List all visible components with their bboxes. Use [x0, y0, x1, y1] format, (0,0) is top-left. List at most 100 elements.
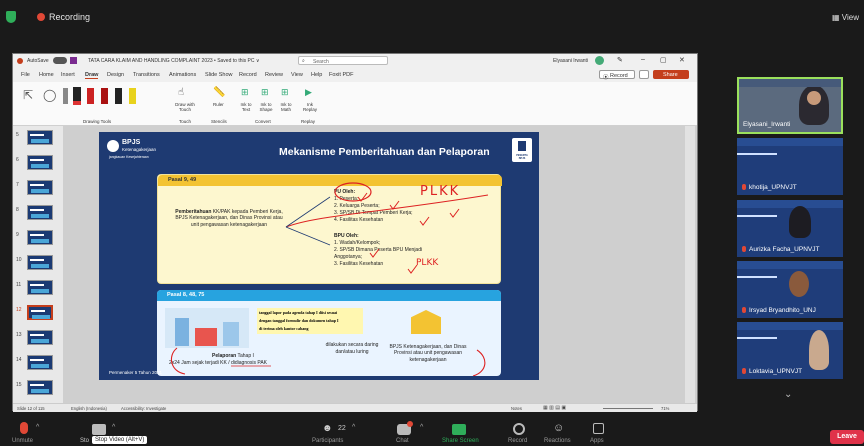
chat-label[interactable]: Chat [396, 438, 409, 444]
highlighter-icon[interactable] [129, 88, 136, 104]
tab-review[interactable]: Review [265, 72, 283, 78]
pen-icon[interactable]: ✎ [617, 56, 623, 64]
security-shield-icon[interactable] [6, 11, 16, 23]
share-button[interactable]: Share [653, 70, 689, 79]
slide-thumbnail[interactable] [27, 155, 53, 170]
share-screen-label[interactable]: Share Screen [442, 438, 479, 444]
ink-replay-icon[interactable]: ▶ [305, 87, 312, 98]
zoom-slider[interactable] [603, 408, 653, 409]
chevron-up-icon[interactable]: ^ [352, 424, 355, 431]
slide-thumbnail[interactable] [27, 355, 53, 370]
zoom-level[interactable]: 71% [661, 406, 669, 411]
pen-red-icon[interactable] [87, 88, 94, 104]
slide-thumbnail-pane[interactable]: 5 6 7 8 9 10 11 12 13 14 15 [13, 126, 63, 403]
reactions-label[interactable]: Reactions [544, 438, 571, 444]
pen-black-icon[interactable] [73, 87, 81, 105]
leave-button[interactable]: Leave [830, 430, 864, 444]
draw-with-touch-icon[interactable]: ☝ [178, 87, 184, 98]
minimize-icon[interactable]: – [641, 56, 645, 63]
record-icon[interactable] [513, 423, 525, 435]
view-buttons-icon[interactable]: ▦ ▥ ▤ ▣ [543, 405, 566, 411]
current-slide[interactable]: BPJS Ketenagakerjaan jangkauan Kesejahte… [99, 132, 539, 380]
muted-mic-icon [742, 368, 746, 374]
chevron-up-icon[interactable]: ^ [420, 424, 423, 431]
slide-thumbnail-current[interactable] [27, 305, 53, 320]
save-icon[interactable] [70, 57, 77, 64]
tab-help[interactable]: Help [311, 72, 322, 78]
chevron-up-icon[interactable]: ^ [36, 424, 39, 431]
slide-count: Slide 12 of 115 [17, 406, 45, 411]
slide-number: 10 [16, 257, 22, 263]
slide-thumbnail[interactable] [27, 330, 53, 345]
notification-box: Pasal 9, 49 Pemberitahuan KK/PAK kepada … [157, 174, 502, 284]
tab-slide-show[interactable]: Slide Show [205, 72, 233, 78]
slide-thumbnail[interactable] [27, 230, 53, 245]
share-screen-icon[interactable] [452, 424, 466, 435]
accessibility-status[interactable]: Accessibility: Investigate [121, 406, 166, 411]
participant-tile[interactable]: Loktavia_UPNVJT [737, 322, 843, 379]
chevron-up-icon[interactable]: ^ [112, 424, 115, 431]
search-placeholder: Search [313, 58, 329, 65]
notes-button[interactable]: Notes [511, 406, 522, 411]
apps-icon[interactable] [593, 423, 604, 434]
ink-strokes-2 [170, 347, 486, 376]
slide-thumbnail[interactable] [27, 180, 53, 195]
select-cursor-icon[interactable]: ⇱ [23, 88, 33, 102]
view-button[interactable]: ▦ View [832, 13, 859, 22]
tab-file[interactable]: File [21, 72, 30, 78]
pen-black2-icon[interactable] [115, 88, 122, 104]
tab-draw[interactable]: Draw [85, 72, 99, 79]
slide-number: 6 [16, 157, 19, 163]
slide-thumbnail[interactable] [27, 255, 53, 270]
search-box[interactable]: ⌕ Search [298, 56, 388, 65]
slide-thumbnail[interactable] [27, 205, 53, 220]
unmute-label[interactable]: Unmute [12, 438, 33, 444]
tab-transitions[interactable]: Transitions [133, 72, 160, 78]
muted-mic-icon[interactable] [20, 422, 28, 434]
vertical-scrollbar[interactable] [685, 126, 695, 403]
chevron-down-icon[interactable]: ⌄ [784, 389, 792, 400]
participant-video [809, 330, 829, 370]
tab-record[interactable]: Record [239, 72, 257, 78]
lasso-icon[interactable]: ◯ [43, 88, 56, 102]
ink-to-text-icon[interactable]: ⊞ [241, 87, 249, 98]
participants-label[interactable]: Participants [312, 438, 343, 444]
participant-name: Aurizka Facha_UPNVJT [749, 246, 820, 253]
comments-icon[interactable] [639, 70, 649, 79]
tab-animations[interactable]: Animations [169, 72, 196, 78]
tab-view[interactable]: View [291, 72, 303, 78]
close-icon[interactable]: ✕ [679, 56, 685, 64]
restore-icon[interactable]: ▢ [660, 56, 667, 64]
reactions-icon[interactable]: ☺ [553, 422, 564, 434]
participant-tile[interactable]: Irsyad Bryandhito_UNJ [737, 261, 843, 318]
autosave-toggle[interactable] [53, 57, 67, 64]
participant-video [789, 206, 811, 238]
tab-insert[interactable]: Insert [61, 72, 75, 78]
group-replay: Replay [301, 119, 316, 124]
tab-design[interactable]: Design [107, 72, 124, 78]
user-avatar[interactable] [595, 56, 604, 65]
record-button[interactable]: ⦿ Record [599, 70, 635, 81]
ink-to-shape-icon[interactable]: ⊞ [261, 87, 269, 98]
stop-video-short[interactable]: Sto [80, 438, 89, 444]
slide-thumbnail[interactable] [27, 130, 53, 145]
slide-thumbnail[interactable] [27, 280, 53, 295]
ink-to-math-icon[interactable]: ⊞ [281, 87, 289, 98]
ruler-icon[interactable]: 📏 [213, 87, 225, 98]
apps-label[interactable]: Apps [590, 438, 604, 444]
record-label[interactable]: Record [508, 438, 527, 444]
participants-icon[interactable]: ☻ [322, 424, 336, 434]
slide-number: 15 [16, 382, 22, 388]
tab-home[interactable]: Home [39, 72, 54, 78]
participant-tile[interactable]: Aurizka Facha_UPNVJT [737, 200, 843, 257]
document-title[interactable]: TATA CARA KLAIM AND HANDLING COMPLAINT 2… [88, 58, 259, 64]
eraser-icon[interactable] [63, 88, 68, 104]
language-status[interactable]: English (Indonesia) [71, 406, 107, 411]
participant-name: khotija_UPNVJT [749, 184, 797, 191]
tab-foxit-pdf[interactable]: Foxit PDF [329, 72, 353, 78]
pen-darkred-icon[interactable] [101, 88, 108, 104]
participant-tile-active[interactable]: Elyasani_Irwanti [737, 77, 843, 134]
participant-tile[interactable]: khotija_UPNVJT [737, 138, 843, 195]
video-camera-icon[interactable] [92, 424, 106, 435]
slide-thumbnail[interactable] [27, 380, 53, 395]
